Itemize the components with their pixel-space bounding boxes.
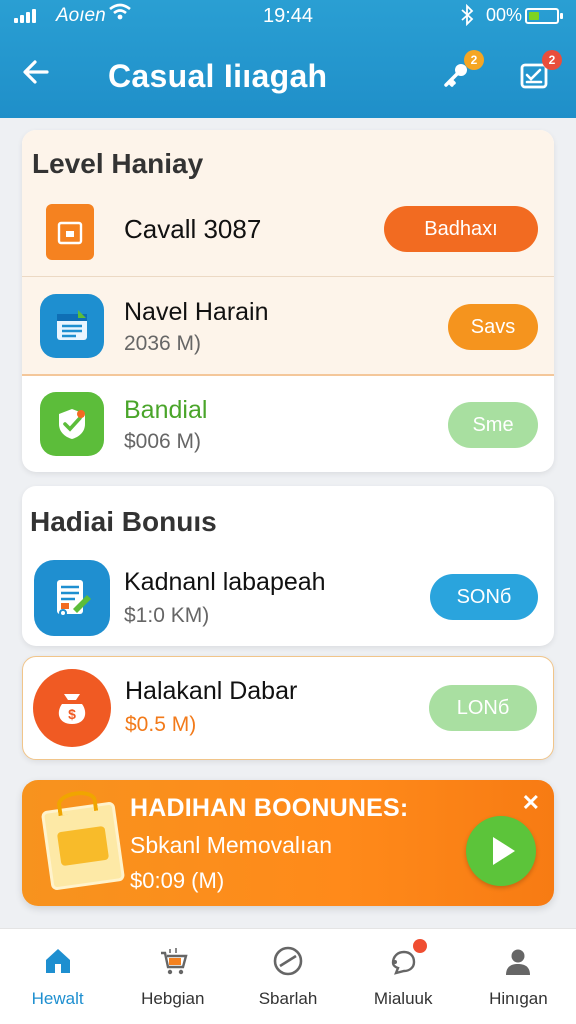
nav-label: Hinıgan [489,989,548,1008]
nav-label: Sbarlah [258,989,318,1008]
promo-banner[interactable]: HADIHAN BOONUNES: Sbkanl Memovalıan $0:0… [22,780,554,906]
document-icon [34,560,110,636]
bottom-navigation: Hewalt Hebgian Sbarlah Mialuuk Hinıgan [0,928,576,1024]
cart-icon [155,943,191,979]
nav-item-home[interactable]: Hewalt [0,929,115,1024]
notification-badge: 2 [542,50,562,70]
item-name: Navel Harain [124,298,269,326]
money-bag-icon: $ [33,669,111,747]
nav-item-search[interactable]: Sbarlah [230,929,345,1024]
nav-item-profile[interactable]: Hinıgan [461,929,576,1024]
item-name: Cavall 3087 [124,214,262,244]
app-bar: Casual Iiıagah 2 2 [0,38,576,118]
list-item: Kadnanl labapeah $1:0 KM) SONб [22,556,554,642]
battery-percentage: 00% [486,5,523,25]
nav-label: Mialuuk [373,989,433,1008]
svg-text:$: $ [68,706,76,722]
promo-title: HADIHAN BOONUNES: [130,794,409,822]
notification-badge [413,939,428,953]
section-title: Level Haniay [32,148,204,179]
item-subtitle: $0.5 M) [125,713,197,736]
item-name: Kadnanl labapeah [124,568,326,596]
item-subtitle: $1:0 KM) [124,604,210,627]
box-icon [46,204,94,260]
nav-label: Hebgian [141,989,205,1008]
item-name: Halakanl Dabar [125,677,298,705]
home-icon [40,943,76,979]
notification-badge: 2 [464,50,484,70]
action-button[interactable]: SONб [430,574,538,620]
task-list-button[interactable]: 2 [514,50,562,98]
section-title: Hadiai Bonuıs [30,506,217,537]
bonus-card: Hadiai Bonuıs Kadnanl labapeah $1:0 KM) … [22,486,554,646]
page-title: Casual Iiıagah [108,58,328,94]
promo-amount: $0:09 (M) [130,868,225,893]
key-button[interactable]: 2 [436,50,484,98]
calendar-icon [40,294,104,358]
status-bar: Aoıen 19:44 00% [0,0,576,34]
bonus-card: $ Halakanl Dabar $0.5 M) LONб [22,656,554,760]
arrow-left-icon [21,57,51,96]
list-item: Bandial $006 M) Sme [22,378,554,472]
gift-box-icon [40,788,126,891]
check-shield-icon [40,392,104,456]
claim-button[interactable]: Badhaxı [384,206,538,252]
level-card: Level Haniay Cavall 3087 Badhaxı Navel H… [22,130,554,472]
item-subtitle: 2036 M) [124,332,202,355]
list-item: $ Halakanl Dabar $0.5 M) LONб [23,665,553,751]
battery-icon [525,8,563,24]
back-button[interactable] [16,56,56,96]
no-entry-icon [270,943,306,979]
item-name: Bandial [124,396,208,424]
chat-icon [385,939,428,979]
action-button[interactable]: Sme [448,402,538,448]
save-button[interactable]: Savs [448,304,538,350]
bluetooth-icon [460,3,474,32]
item-subtitle: $006 M) [124,430,202,453]
person-icon [500,943,536,979]
promo-subtitle: Sbkanl Memovalıan [130,832,332,858]
nav-item-messages[interactable]: Mialuuk [346,929,461,1024]
action-button[interactable]: LONб [429,685,537,731]
nav-item-cart[interactable]: Hebgian [115,929,230,1024]
list-item: Navel Harain 2036 M) Savs [22,280,554,374]
top-bar: Aoıen 19:44 00% Casual Iiıagah 2 2 [0,0,576,118]
close-icon[interactable]: ✕ [522,790,540,816]
play-button[interactable] [466,816,536,886]
nav-label: Hewalt [31,989,84,1008]
list-item: Cavall 3087 Badhaxı [22,198,554,278]
